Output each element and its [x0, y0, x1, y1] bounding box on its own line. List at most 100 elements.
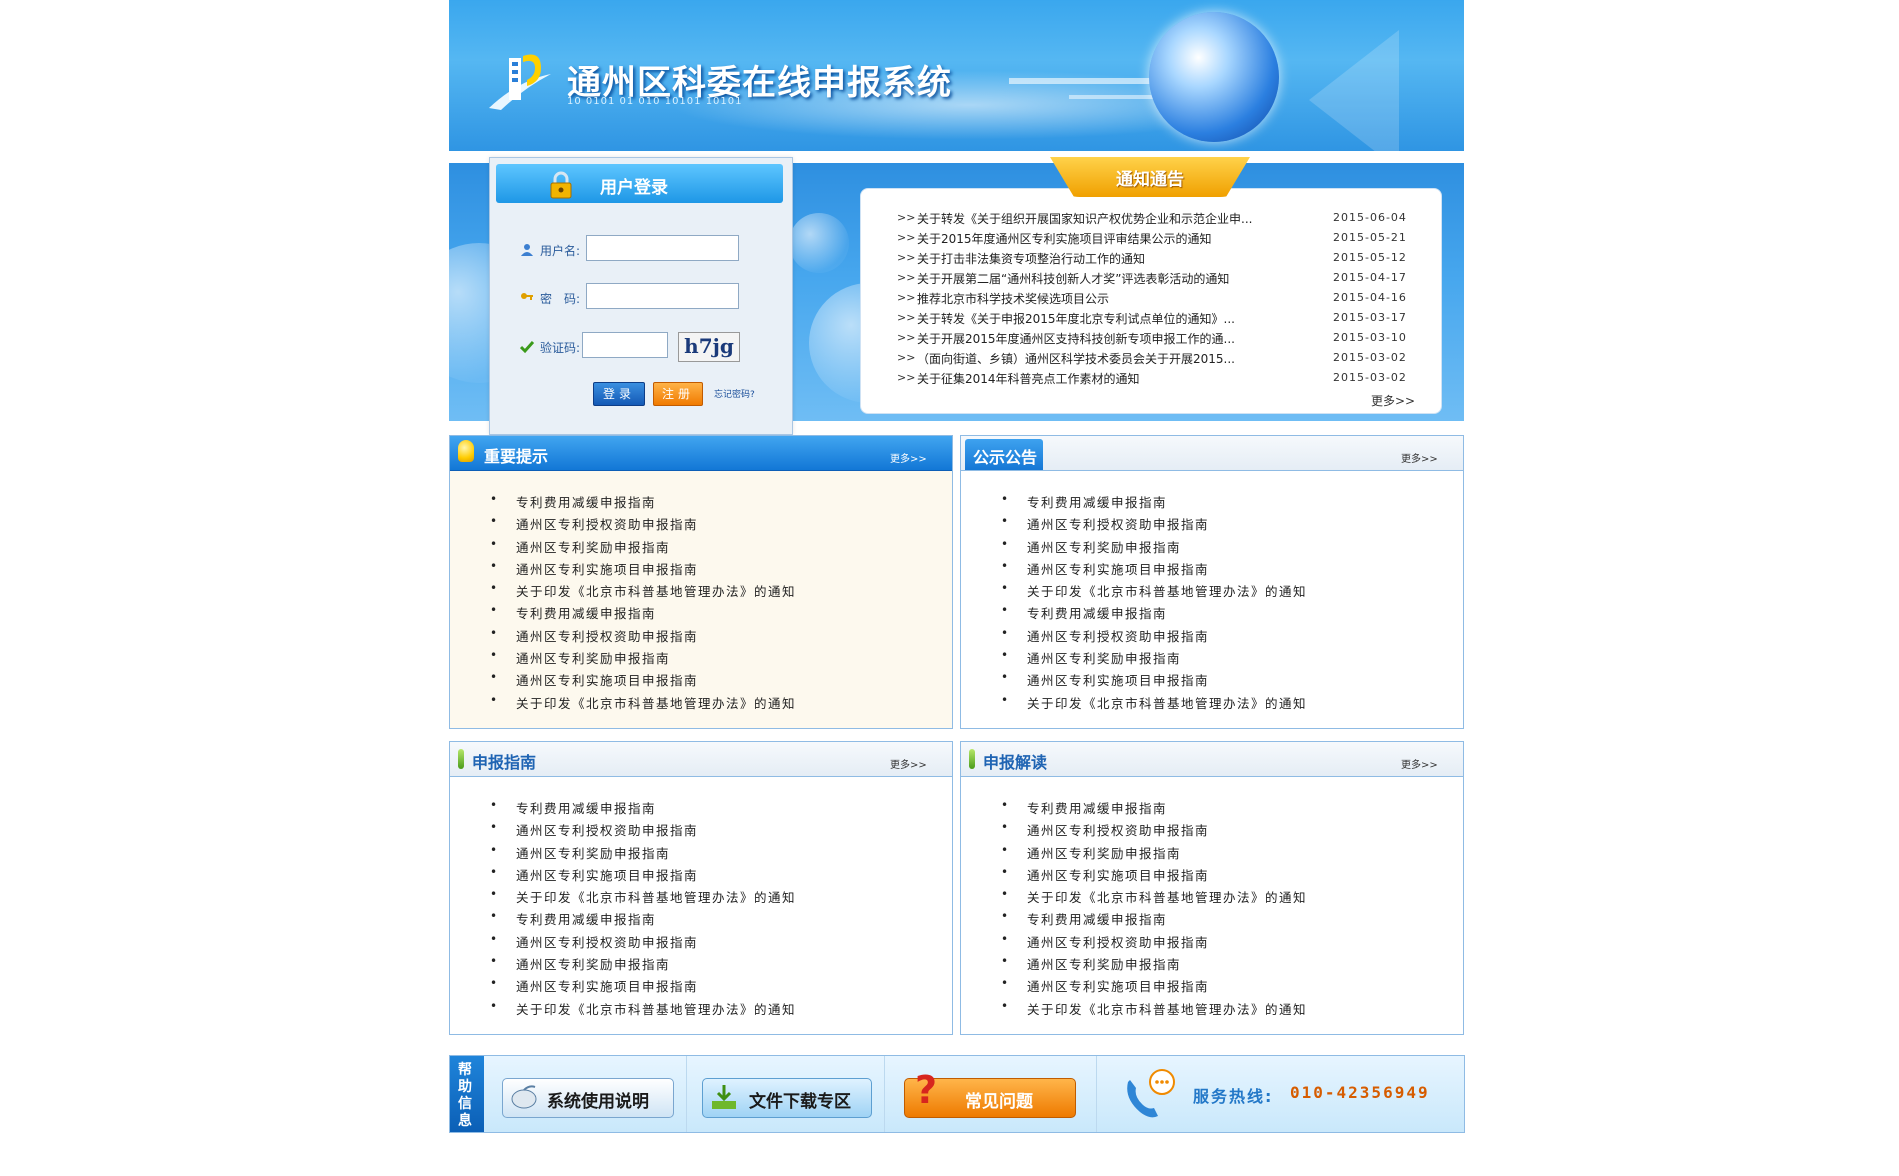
list-link[interactable]: 关于印发《北京市科普基地管理办法》的通知 [516, 999, 796, 1018]
list-link[interactable]: 专利费用减缓申报指南 [516, 603, 656, 622]
list-link[interactable]: 通州区专利奖励申报指南 [1027, 537, 1181, 556]
list-link[interactable]: 通州区专利奖励申报指南 [516, 954, 670, 973]
notice-link[interactable]: 关于开展2015年度通州区支持科技创新专项申报工作的通... [917, 330, 1235, 347]
notice-item: >> 关于开展2015年度通州区支持科技创新专项申报工作的通... 2015-03-… [897, 330, 1407, 347]
login-title: 用户登录 [600, 178, 668, 198]
list-link[interactable]: 关于印发《北京市科普基地管理办法》的通知 [1027, 693, 1307, 712]
download-icon [712, 1085, 736, 1109]
register-button[interactable]: 注册 [653, 382, 703, 406]
notice-list: >> 关于转发《关于组织开展国家知识产权优势企业和示范企业申... 2015-06-… [897, 209, 1422, 389]
interpret-more-link[interactable]: 更多>> [1401, 756, 1438, 771]
arrow-decoration [1009, 78, 1159, 84]
guide-panel: 申报指南 更多>> • 专利费用减缓申报指南 • 通州区专利授权资助申报指南 • 通州… [449, 741, 953, 1035]
svg-text:?: ? [915, 1068, 937, 1112]
password-input[interactable] [586, 283, 739, 309]
guide-panel-title: 申报指南 [472, 753, 537, 772]
list-link[interactable]: 通州区专利授权资助申报指南 [516, 820, 698, 839]
hotline-number: 010-42356949 [1290, 1083, 1430, 1102]
list-link[interactable]: 关于印发《北京市科普基地管理办法》的通知 [516, 887, 796, 906]
notice-item: >> （面向街道、乡镇）通州区科学技术委员会关于开展2015... 2015-03-… [897, 350, 1407, 367]
manual-label: 系统使用说明 [547, 1092, 649, 1112]
announce-panel-header: 公示公告 更多>> [961, 436, 1463, 471]
captcha-input[interactable] [582, 332, 668, 358]
list-link[interactable]: 关于印发《北京市科普基地管理办法》的通知 [1027, 581, 1307, 600]
important-more-link[interactable]: 更多>> [890, 450, 927, 465]
list-link[interactable]: 通州区专利奖励申报指南 [516, 537, 670, 556]
help-divider [884, 1056, 885, 1132]
help-side-label: 帮助信息 [450, 1056, 484, 1132]
list-link[interactable]: 关于印发《北京市科普基地管理办法》的通知 [1027, 887, 1307, 906]
download-button[interactable]: 文件下载专区 [702, 1078, 872, 1118]
notice-link[interactable]: 关于2015年度通州区专利实施项目评审结果公示的通知 [917, 230, 1212, 247]
username-input[interactable] [586, 235, 739, 261]
manual-button[interactable]: 系统使用说明 [502, 1078, 674, 1118]
list-link[interactable]: 通州区专利奖励申报指南 [1027, 843, 1181, 862]
list-link[interactable]: 通州区专利奖励申报指南 [516, 648, 670, 667]
announce-more-link[interactable]: 更多>> [1401, 450, 1438, 465]
list-link[interactable]: 通州区专利授权资助申报指南 [1027, 932, 1209, 951]
notice-date: 2015-06-04 [1333, 211, 1407, 224]
faq-label: 常见问题 [965, 1092, 1033, 1112]
list-link[interactable]: 专利费用减缓申报指南 [1027, 909, 1167, 928]
help-divider [686, 1056, 687, 1132]
list-link[interactable]: 通州区专利实施项目申报指南 [516, 559, 698, 578]
list-link[interactable]: 专利费用减缓申报指南 [1027, 492, 1167, 511]
list-link[interactable]: 通州区专利授权资助申报指南 [516, 626, 698, 645]
list-link[interactable]: 专利费用减缓申报指南 [1027, 798, 1167, 817]
important-panel-header: 重要提示 更多>> [450, 436, 952, 471]
globe-icon [1149, 12, 1279, 142]
list-link[interactable]: 关于印发《北京市科普基地管理办法》的通知 [516, 693, 796, 712]
notice-link[interactable]: 关于开展第二届“通州科技创新人才奖”评选表彰活动的通知 [917, 270, 1229, 287]
question-icon: ? [915, 1068, 937, 1112]
list-link[interactable]: 通州区专利授权资助申报指南 [1027, 820, 1209, 839]
list-link[interactable]: 专利费用减缓申报指南 [516, 492, 656, 511]
list-link[interactable]: 通州区专利奖励申报指南 [1027, 648, 1181, 667]
notice-link[interactable]: 关于征集2014年科普亮点工作素材的通知 [917, 370, 1140, 387]
faq-button[interactable]: ? 常见问题 [904, 1068, 1076, 1118]
guide-more-link[interactable]: 更多>> [890, 756, 927, 771]
list-link[interactable]: 通州区专利授权资助申报指南 [1027, 626, 1209, 645]
list-link[interactable]: 通州区专利实施项目申报指南 [516, 976, 698, 995]
list-link[interactable]: 专利费用减缓申报指南 [516, 798, 656, 817]
notice-item: >> 关于征集2014年科普亮点工作素材的通知 2015-03-02 [897, 370, 1407, 387]
notice-more-link[interactable]: 更多>> [1371, 392, 1415, 409]
notice-link[interactable]: 关于打击非法集资专项整治行动工作的通知 [917, 250, 1145, 267]
notice-link[interactable]: 推荐北京市科学技术奖候选项目公示 [917, 290, 1109, 307]
important-panel-title: 重要提示 [484, 447, 549, 466]
interpret-panel: 申报解读 更多>> • 专利费用减缓申报指南 • 通州区专利授权资助申报指南 • 通州… [960, 741, 1464, 1035]
notice-item: >> 关于转发《关于申报2015年度北京专利试点单位的通知》... 2015-03-… [897, 310, 1407, 327]
notice-link[interactable]: （面向街道、乡镇）通州区科学技术委员会关于开展2015... [917, 350, 1235, 367]
announce-panel: 公示公告 更多>> • 专利费用减缓申报指南 • 通州区专利授权资助申报指南 • 通州… [960, 435, 1464, 729]
key-icon [521, 293, 533, 300]
announce-tab: 公示公告 [965, 439, 1043, 470]
list-link[interactable]: 通州区专利授权资助申报指南 [1027, 514, 1209, 533]
login-panel: 用户登录 用户名: 密 码: 验证码: h7jg 登录 注册 忘记密码? [489, 157, 793, 435]
list-link[interactable]: 通州区专利实施项目申报指南 [1027, 976, 1209, 995]
check-icon [520, 341, 534, 354]
list-link[interactable]: 通州区专利授权资助申报指南 [516, 514, 698, 533]
forgot-password-link[interactable]: 忘记密码? [714, 387, 755, 400]
list-link[interactable]: 通州区专利奖励申报指南 [516, 843, 670, 862]
help-bar: 帮助信息 系统使用说明 文件下载专区 ? 常见问题 服务热线: 010-4235… [449, 1055, 1465, 1133]
notice-date: 2015-03-10 [1333, 331, 1407, 344]
list-link[interactable]: 通州区专利实施项目申报指南 [516, 670, 698, 689]
list-link[interactable]: 通州区专利实施项目申报指南 [1027, 865, 1209, 884]
building-logo-icon [489, 54, 551, 110]
notice-link[interactable]: 关于转发《关于组织开展国家知识产权优势企业和示范企业申... [917, 210, 1252, 227]
user-icon [521, 244, 533, 256]
notice-item: >> 推荐北京市科学技术奖候选项目公示 2015-04-16 [897, 290, 1407, 307]
list-link[interactable]: 通州区专利实施项目申报指南 [1027, 559, 1209, 578]
list-link[interactable]: 专利费用减缓申报指南 [516, 909, 656, 928]
list-link[interactable]: 通州区专利授权资助申报指南 [516, 932, 698, 951]
list-link[interactable]: 关于印发《北京市科普基地管理办法》的通知 [1027, 999, 1307, 1018]
captcha-image[interactable]: h7jg [678, 332, 740, 362]
list-link[interactable]: 专利费用减缓申报指南 [1027, 603, 1167, 622]
notice-link[interactable]: 关于转发《关于申报2015年度北京专利试点单位的通知》... [917, 310, 1235, 327]
list-link[interactable]: 通州区专利奖励申报指南 [1027, 954, 1181, 973]
list-link[interactable]: 通州区专利实施项目申报指南 [516, 865, 698, 884]
list-link[interactable]: 通州区专利实施项目申报指南 [1027, 670, 1209, 689]
notice-board: >> 关于转发《关于组织开展国家知识产权优势企业和示范企业申... 2015-06-… [860, 188, 1442, 414]
login-button[interactable]: 登录 [593, 382, 645, 406]
list-link[interactable]: 关于印发《北京市科普基地管理办法》的通知 [516, 581, 796, 600]
password-label: 密 码: [540, 292, 581, 306]
